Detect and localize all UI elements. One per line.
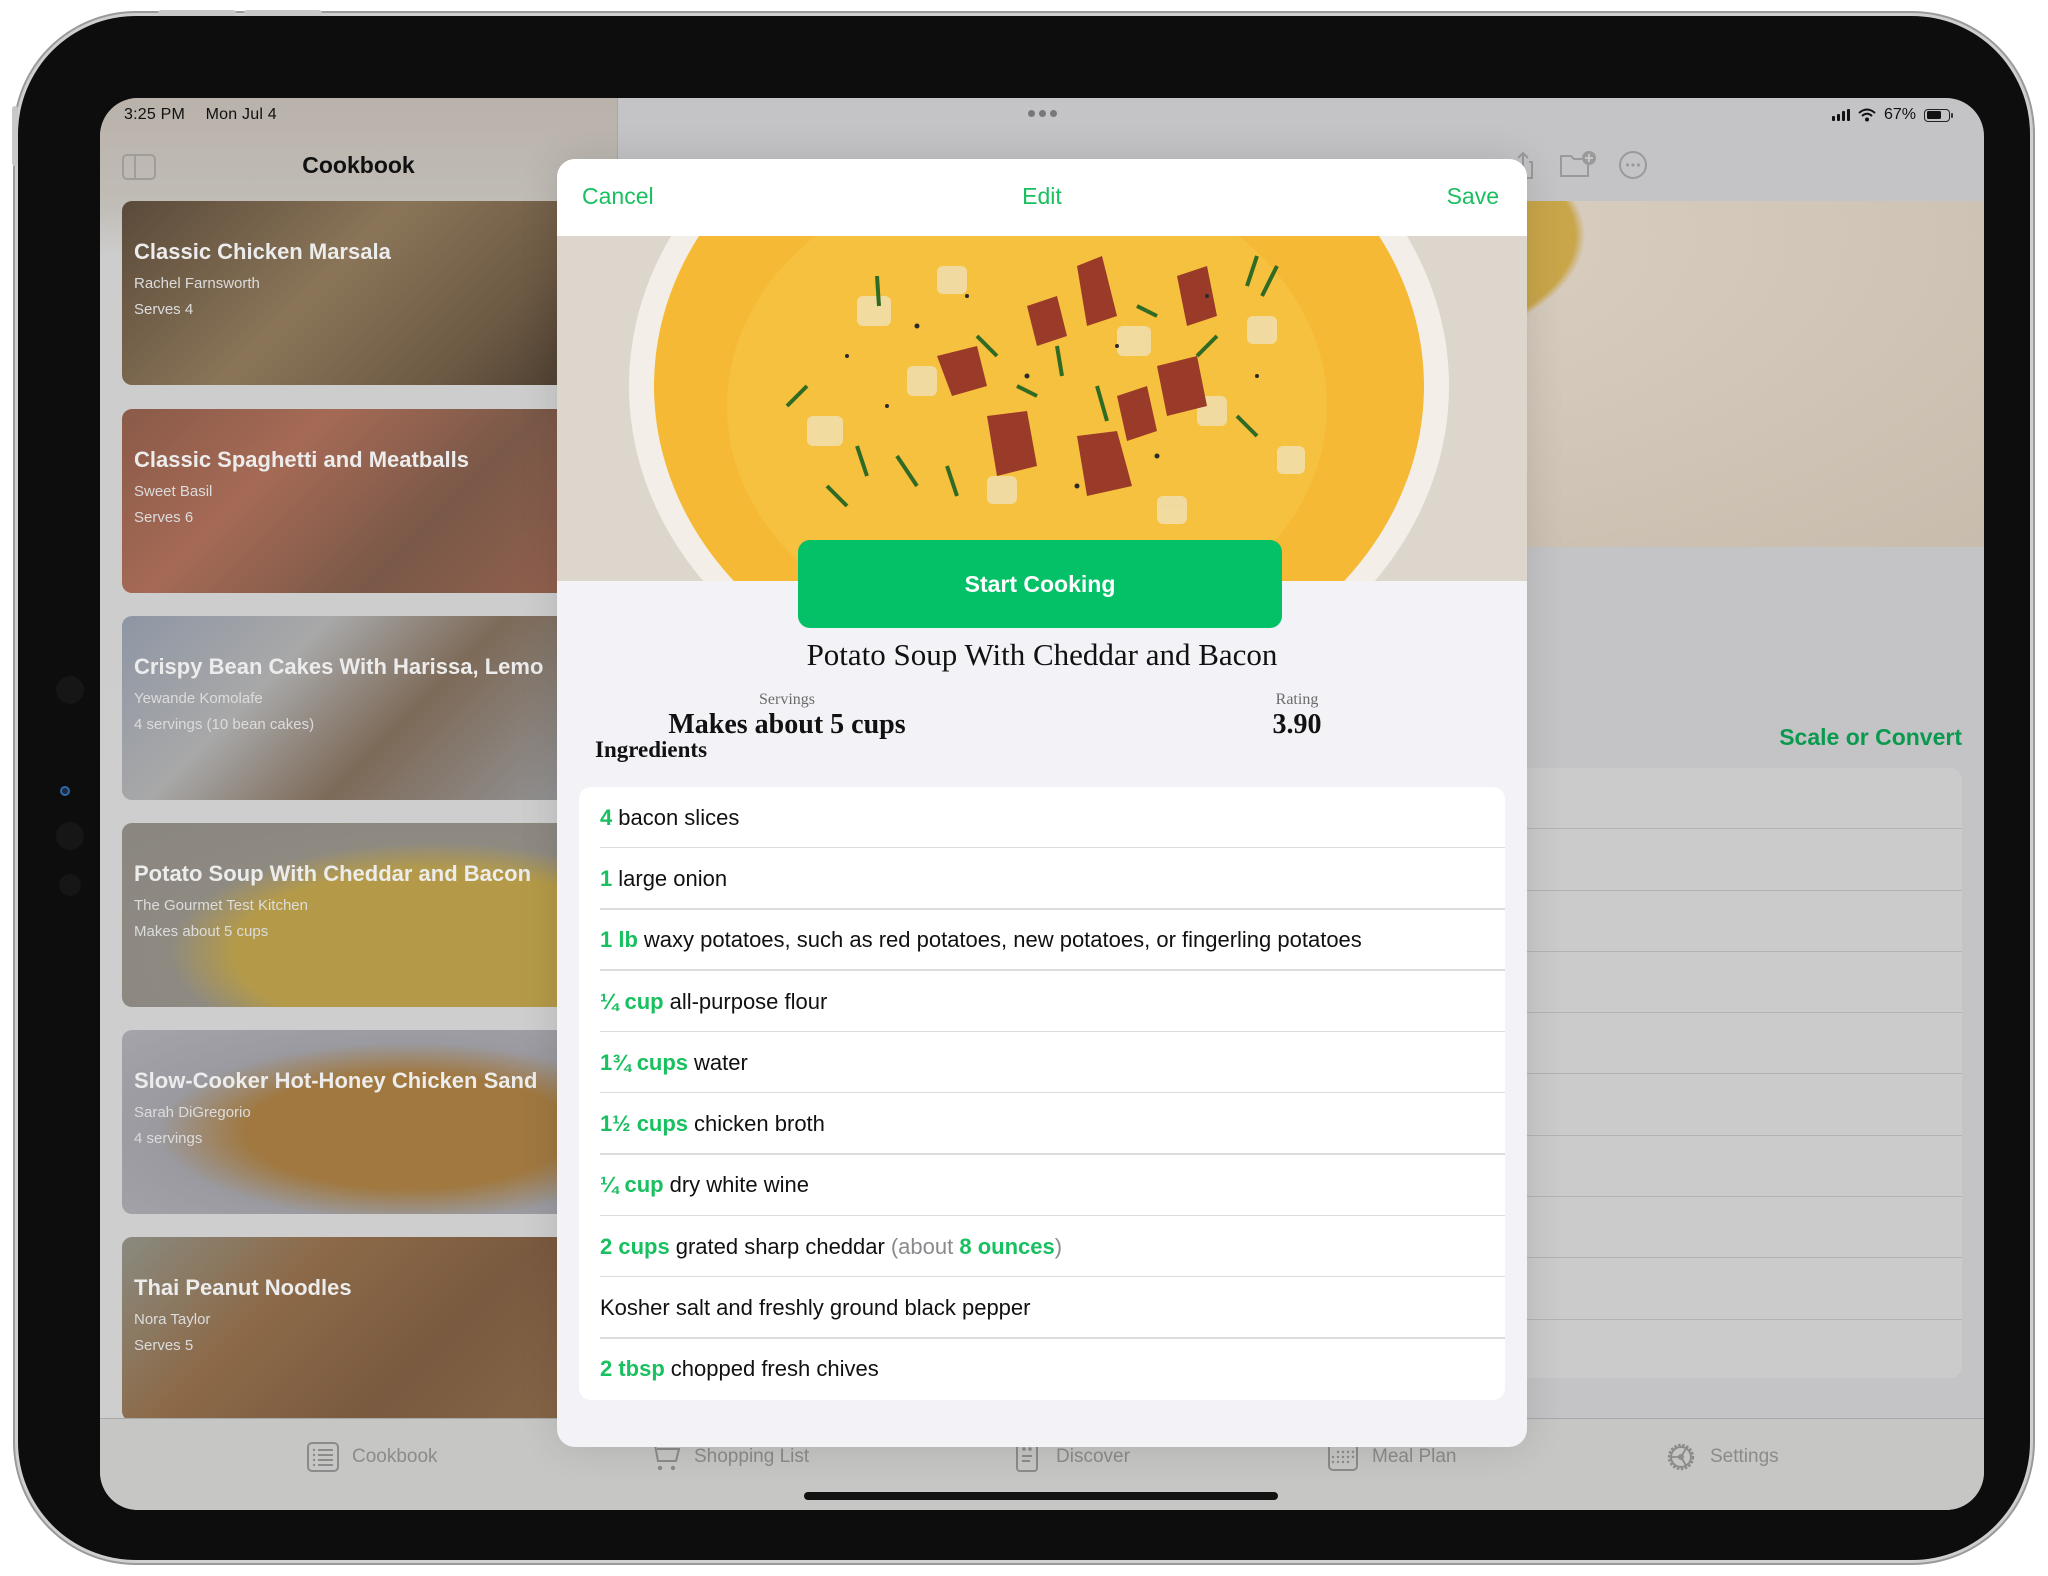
note-quantity: 8 ounces: [959, 1233, 1055, 1259]
tab-label: Meal Plan: [1372, 1446, 1457, 1467]
tab-label: Shopping List: [694, 1446, 810, 1467]
recipe-author: Yewande Komolafe: [134, 690, 263, 707]
ingredient-text: grated sharp cheddar: [675, 1233, 885, 1259]
ipad-device-frame: Cookbook Classic Chicken Marsala Rachel …: [12, 10, 2030, 1560]
ingredients-list: 4 bacon slices 1 large onion 1 lb waxy pota…: [579, 787, 1505, 1400]
status-date: Mon Jul 4: [205, 106, 277, 123]
gear-icon: [1667, 1443, 1695, 1471]
ingredient-row[interactable]: 4 bacon slices: [579, 787, 1505, 849]
recipe-author: Sweet Basil: [134, 483, 213, 500]
recipe-name: Potato Soup With Cheddar and Bacon: [134, 861, 532, 886]
recipe-name: Classic Spaghetti and Meatballs: [134, 447, 469, 472]
ingredient-text: large onion: [618, 865, 728, 891]
sidebar-title: Cookbook: [302, 152, 415, 178]
ingredient-row[interactable]: 1 lb waxy potatoes, such as red potatoes,…: [579, 910, 1505, 972]
ingredient-row[interactable]: Kosher salt and freshly ground black pep…: [579, 1277, 1505, 1339]
note-suffix: ): [1054, 1233, 1063, 1259]
power-button: [12, 106, 18, 166]
camera-sensor: [56, 676, 84, 704]
multitasking-dots-icon[interactable]: [1028, 110, 1057, 117]
modal-title: Edit: [1022, 183, 1062, 209]
ingredient-quantity: 1: [600, 865, 613, 891]
screen: Cookbook Classic Chicken Marsala Rachel …: [100, 98, 1984, 1510]
ingredient-text: water: [694, 1049, 748, 1075]
ingredient-text: Kosher salt and freshly ground black pep…: [600, 1295, 1031, 1321]
ingredient-text: all-purpose flour: [669, 988, 828, 1014]
recipe-author: Rachel Farnsworth: [134, 275, 260, 292]
recipe-name: Crispy Bean Cakes With Harissa, Lemo: [134, 654, 544, 679]
recipe-author: The Gourmet Test Kitchen: [134, 897, 308, 914]
recipe-servings: 4 servings (10 bean cakes): [134, 716, 315, 733]
wifi-icon: [1858, 108, 1876, 122]
ingredient-text: chopped fresh chives: [670, 1356, 879, 1382]
recipe-servings: Serves 5: [134, 1337, 194, 1354]
ingredient-quantity: 1½ cups: [600, 1111, 689, 1137]
recipe-servings: Serves 4: [134, 301, 194, 318]
recipe-servings: Makes about 5 cups: [134, 923, 269, 940]
home-indicator[interactable]: [804, 1492, 1278, 1500]
cellular-signal-icon: [1831, 109, 1850, 121]
ingredient-row[interactable]: ¼ cup all-purpose flour: [579, 971, 1505, 1033]
tab-label: Discover: [1056, 1446, 1130, 1467]
volume-button: [158, 10, 236, 16]
recipe-name: Classic Chicken Marsala: [134, 239, 391, 264]
recipe-title: Potato Soup With Cheddar and Bacon: [806, 637, 1278, 672]
recipe-author: Nora Taylor: [134, 1311, 211, 1328]
rating-value[interactable]: 3.90: [1217, 709, 1377, 741]
recipe-servings: Serves 6: [134, 509, 194, 526]
volume-button: [244, 10, 322, 16]
list-icon: [307, 1442, 339, 1472]
status-time: 3:25 PM: [124, 106, 185, 123]
ingredient-quantity: 1¾ cups: [600, 1049, 689, 1075]
edit-recipe-modal: Cancel Edit Save Start Cooking Potato So…: [557, 159, 1527, 1447]
ingredient-text: dry white wine: [669, 1172, 809, 1198]
servings-label: Servings: [759, 691, 815, 708]
ingredient-row[interactable]: 1 large onion: [579, 848, 1505, 910]
tab-label: Cookbook: [352, 1446, 438, 1467]
ingredient-quantity: 4: [600, 804, 613, 830]
ingredient-text: waxy potatoes, such as red potatoes, new…: [643, 927, 1362, 953]
recipe-servings: 4 servings: [134, 1130, 203, 1147]
ingredient-quantity: 2 cups: [600, 1233, 670, 1259]
tab-label: Settings: [1710, 1446, 1779, 1467]
potato-soup-image: [557, 236, 1527, 581]
camera-sensor: [56, 822, 84, 850]
status-bar-right: 67%: [1831, 106, 1953, 124]
recipe-hero-image: [557, 236, 1527, 581]
rating-label: Rating: [1275, 691, 1319, 708]
ingredient-text: chicken broth: [694, 1111, 825, 1137]
ingredient-row[interactable]: 2 cups grated sharp cheddar (about 8 ounc…: [579, 1216, 1505, 1278]
tab-cookbook[interactable]: Cookbook: [306, 1441, 438, 1473]
sidebar: Cookbook Classic Chicken Marsala Rachel …: [100, 98, 642, 1421]
ingredient-quantity: ¼ cup: [600, 1172, 664, 1198]
ingredient-row[interactable]: 1½ cups chicken broth: [579, 1093, 1505, 1156]
modal-nav-bar: Cancel Edit Save: [557, 159, 1527, 236]
status-bar-left: 3:25 PM Mon Jul 4: [124, 106, 293, 124]
battery-icon: [1924, 108, 1953, 122]
tab-settings[interactable]: Settings: [1664, 1441, 1779, 1473]
recipe-name: Slow-Cooker Hot-Honey Chicken Sand: [134, 1068, 538, 1093]
ingredient-note: (about 8 ounces): [891, 1234, 1062, 1260]
scale-or-convert-link[interactable]: Scale or Convert: [1779, 724, 1962, 751]
recipe-author: Sarah DiGregorio: [134, 1104, 251, 1121]
recipe-name: Thai Peanut Noodles: [134, 1275, 352, 1300]
camera-lens: [60, 786, 70, 796]
ingredient-quantity: ¼ cup: [600, 988, 664, 1014]
more-options-icon[interactable]: [1618, 150, 1648, 180]
note-prefix: (about: [890, 1233, 954, 1259]
ingredient-quantity: 1 lb: [600, 927, 638, 953]
camera-sensor: [59, 874, 81, 896]
battery-percent: 67%: [1883, 106, 1916, 123]
ingredient-quantity: 2 tbsp: [600, 1356, 665, 1382]
add-to-folder-icon[interactable]: [1558, 150, 1598, 180]
ingredient-row[interactable]: 1¾ cups water: [579, 1032, 1505, 1094]
ingredient-row[interactable]: 2 tbsp chopped fresh chives: [579, 1339, 1505, 1400]
ingredient-text: bacon slices: [618, 804, 740, 830]
start-cooking-button[interactable]: Start Cooking: [798, 540, 1282, 628]
ingredients-heading: Ingredients: [595, 737, 708, 762]
ingredient-row[interactable]: ¼ cup dry white wine: [579, 1155, 1505, 1217]
save-button[interactable]: Save: [1447, 183, 1499, 210]
